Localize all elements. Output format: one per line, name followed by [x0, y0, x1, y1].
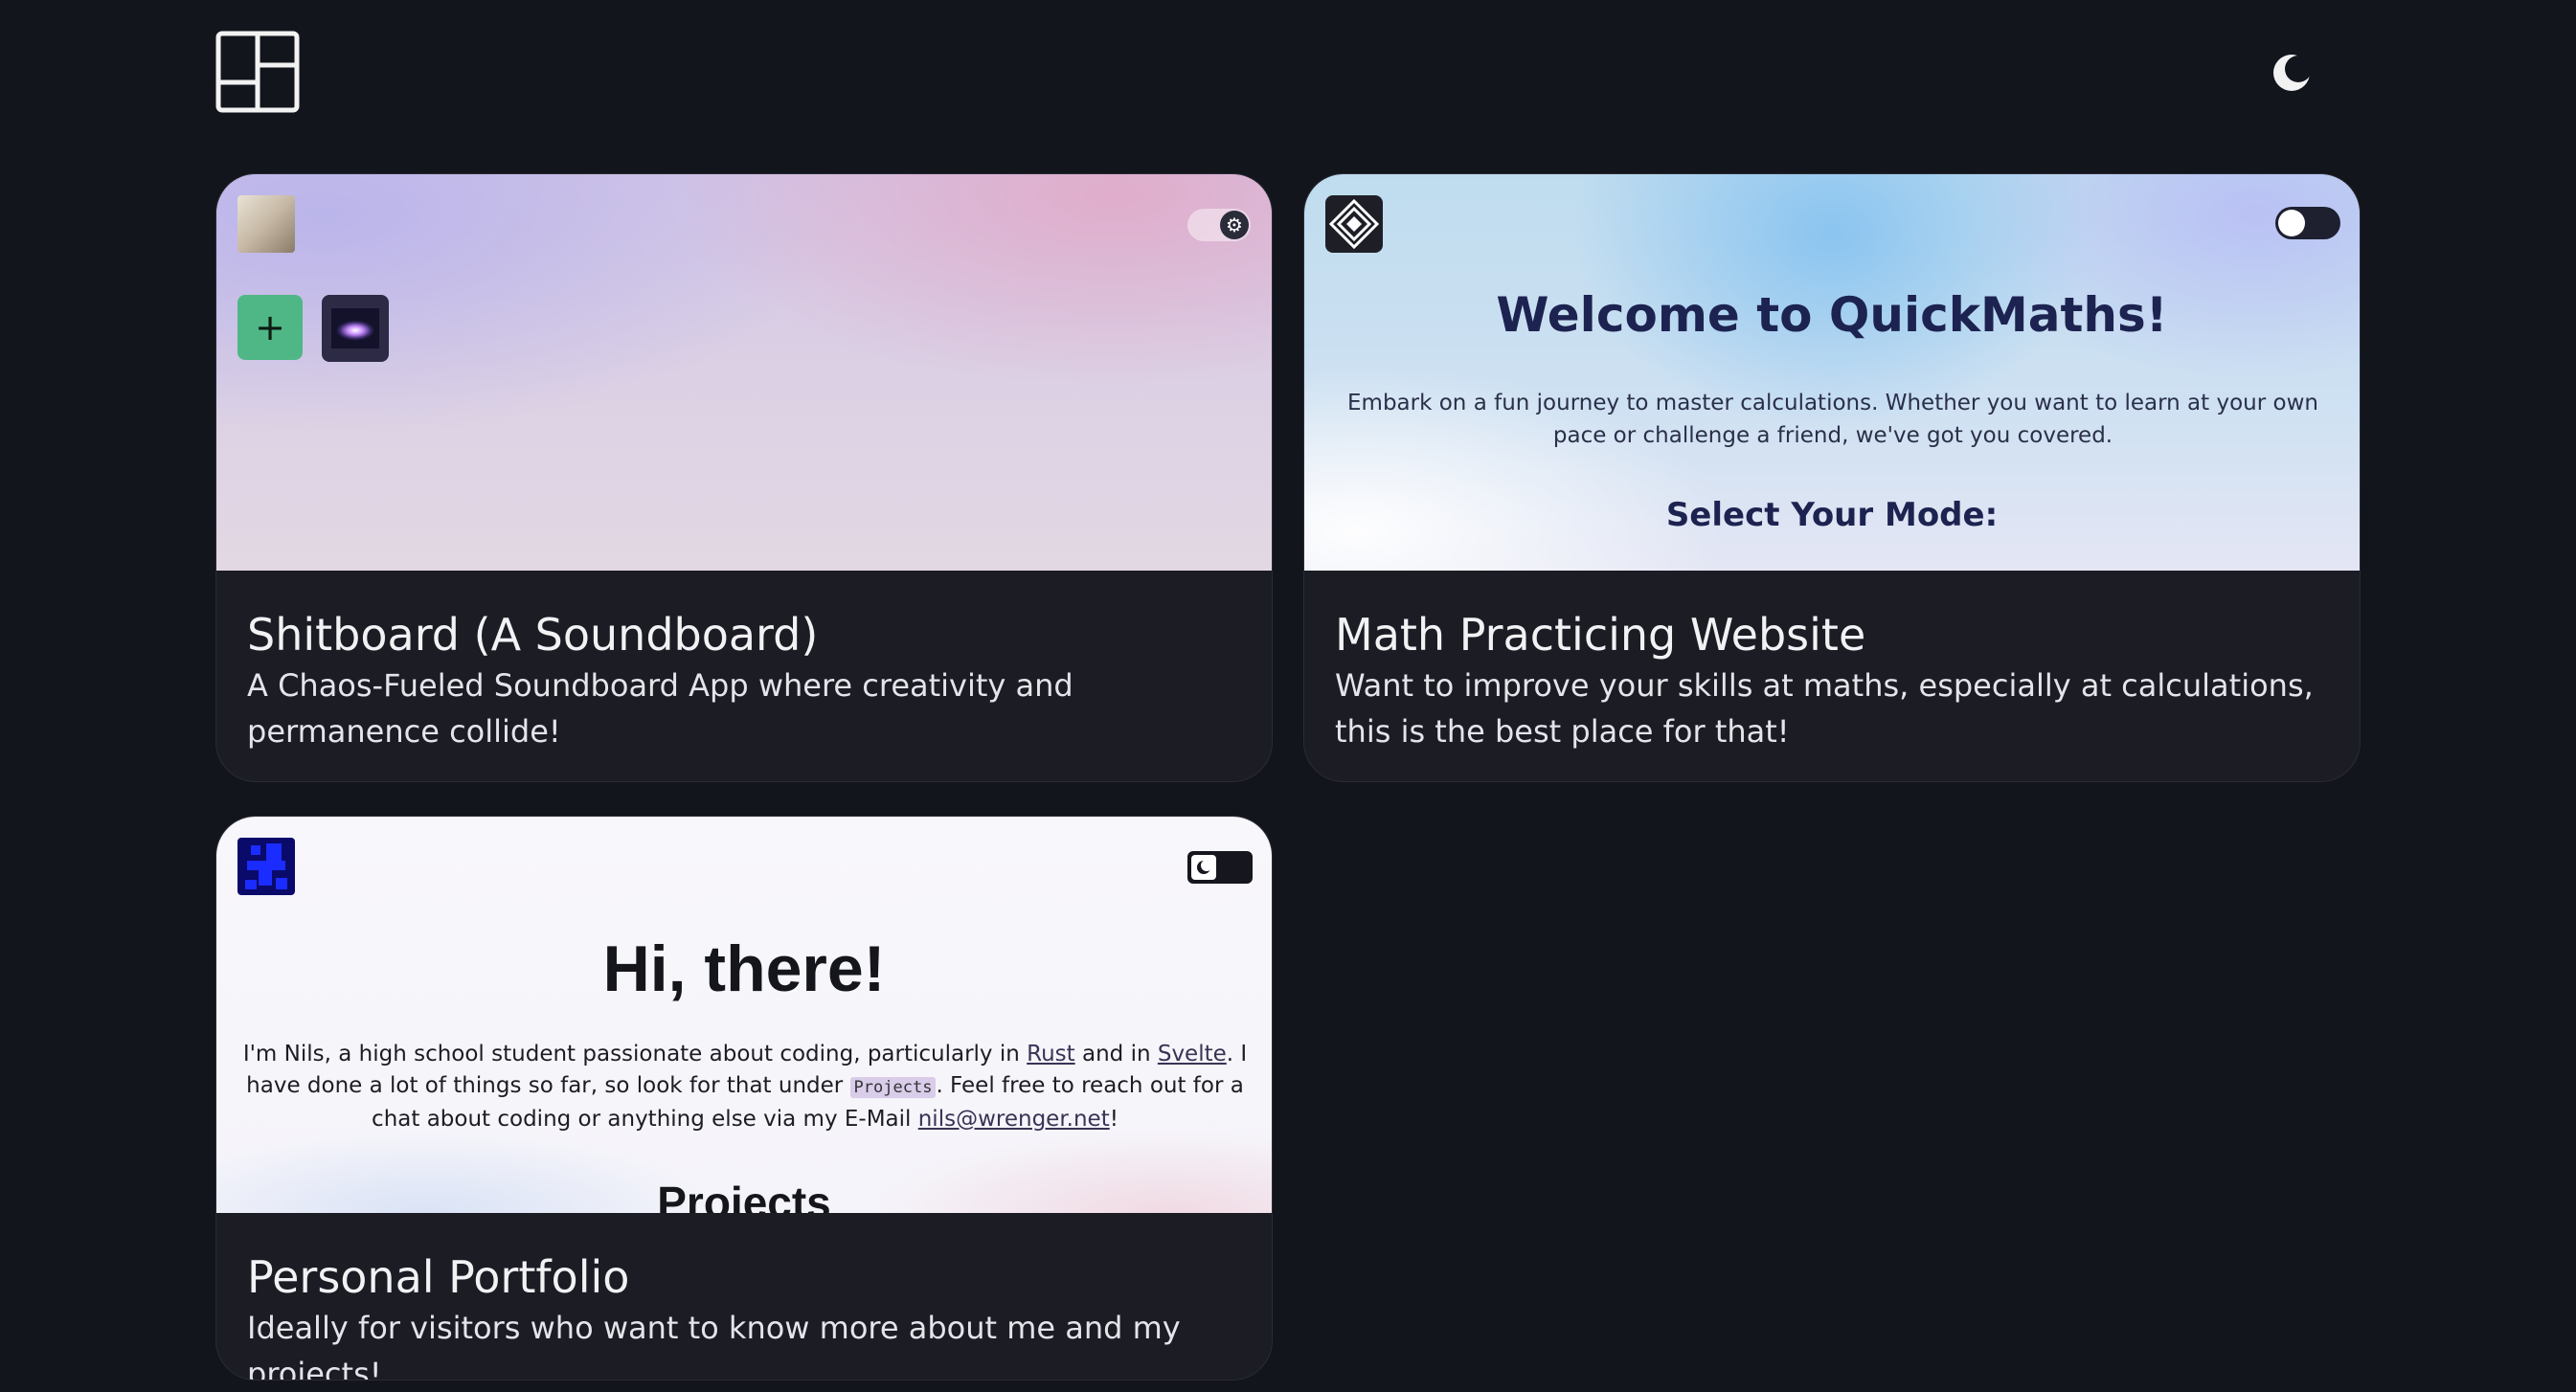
quickmaths-preview: Welcome to QuickMaths! Embark on a fun j… — [1304, 174, 2360, 571]
theme-switch — [1187, 851, 1253, 884]
svelte-link: Svelte — [1157, 1042, 1227, 1066]
card-title: Shitboard (A Soundboard) — [247, 609, 819, 661]
moon-icon — [1191, 855, 1216, 880]
projects-code: Projects — [849, 1077, 937, 1098]
preview-heading: Hi, there! — [602, 932, 886, 1005]
preview-section-heading: Projects — [657, 1178, 831, 1213]
card-description: Ideally for visitors who want to know mo… — [247, 1310, 1181, 1381]
email-link: nils@wrenger.net — [917, 1107, 1110, 1132]
preview-heading: Welcome to QuickMaths! — [1496, 287, 2168, 343]
card-title: Personal Portfolio — [247, 1251, 630, 1303]
project-card-soundboard[interactable]: ⚙ + Shitboard (A Soundboard) A Chaos-Fue… — [215, 173, 1273, 782]
settings-toggle: ⚙ — [1187, 209, 1251, 241]
soundboard-preview: ⚙ + — [216, 174, 1272, 571]
preview-subheading: Select Your Mode: — [1665, 496, 1999, 534]
project-card-portfolio[interactable]: Hi, there! I'm Nils, a high school stude… — [215, 816, 1273, 1381]
add-sound-button: + — [237, 295, 303, 360]
dashboard-grid-icon[interactable] — [215, 31, 300, 113]
gear-icon: ⚙ — [1220, 211, 1249, 239]
project-card-math[interactable]: Welcome to QuickMaths! Embark on a fun j… — [1303, 173, 2361, 782]
rust-link: Rust — [1027, 1042, 1075, 1066]
theme-switch — [2275, 207, 2340, 239]
moon-icon[interactable] — [2271, 53, 2312, 93]
preview-text: Embark on a fun journey to master calcul… — [1347, 391, 2318, 448]
avatar — [237, 838, 295, 895]
avatar — [237, 195, 295, 253]
card-title: Math Practicing Website — [1335, 609, 1866, 661]
layers-logo-icon — [1325, 195, 1383, 253]
portfolio-preview: Hi, there! I'm Nils, a high school stude… — [216, 817, 1272, 1213]
card-description: A Chaos-Fueled Soundboard App where crea… — [247, 667, 1073, 750]
sound-thumbnail — [322, 295, 389, 362]
preview-text: I'm Nils, a high school student passiona… — [242, 1042, 1248, 1132]
card-description: Want to improve your skills at maths, es… — [1335, 667, 2314, 750]
